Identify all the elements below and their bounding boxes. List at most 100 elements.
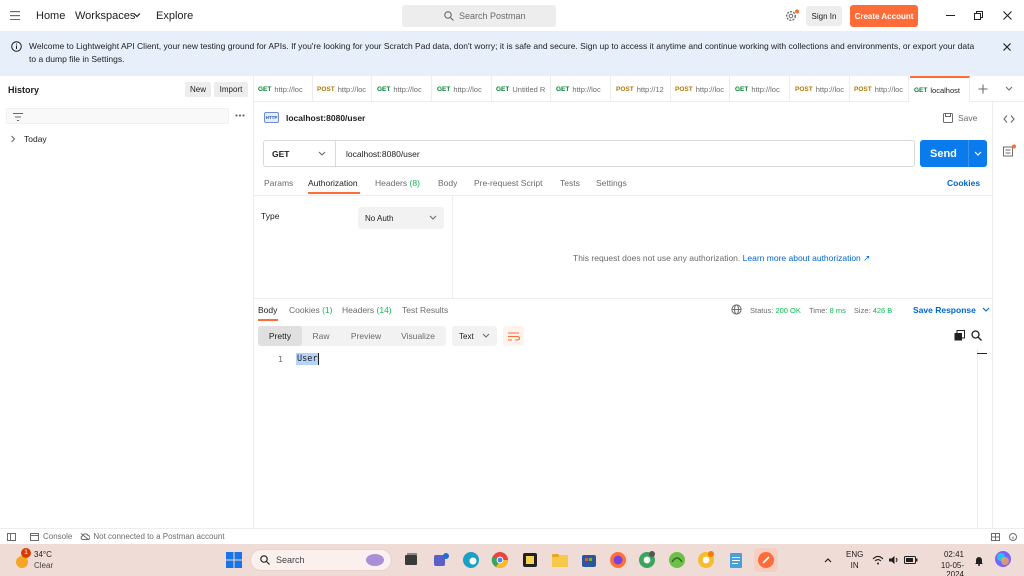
code-icon[interactable] <box>1003 114 1015 124</box>
console-label[interactable]: Console <box>43 532 72 541</box>
resp-tab-test-results[interactable]: Test Results <box>402 305 448 315</box>
windows-start-icon[interactable] <box>225 551 243 569</box>
close-icon[interactable] <box>1003 11 1012 20</box>
copilot-icon[interactable] <box>994 550 1012 568</box>
tab-headers[interactable]: Headers (8) <box>375 178 420 188</box>
request-tab[interactable]: GET http://loc <box>731 76 790 102</box>
add-tab-icon[interactable] <box>978 84 988 94</box>
notification-bell-icon[interactable] <box>974 555 984 566</box>
tab-tests[interactable]: Tests <box>560 178 580 188</box>
size-value[interactable]: 426 B <box>873 306 893 315</box>
nav-home[interactable]: Home <box>36 10 65 22</box>
restore-icon[interactable] <box>974 11 983 20</box>
firefox-icon[interactable] <box>609 551 627 569</box>
send-button[interactable]: Send <box>920 140 987 167</box>
chevron-up-icon[interactable] <box>824 557 832 563</box>
chrome-icon[interactable] <box>491 551 509 569</box>
scrollbar[interactable] <box>977 349 978 528</box>
scrollbar-thumb[interactable] <box>977 353 987 354</box>
request-tab[interactable]: POST http://12 <box>612 76 671 102</box>
history-group-today[interactable]: Today <box>10 134 47 144</box>
tabs-dropdown-icon[interactable] <box>1005 86 1013 92</box>
tab-settings[interactable]: Settings <box>596 178 627 188</box>
sign-in-button[interactable]: Sign In <box>806 6 842 26</box>
save-button[interactable]: Save <box>943 113 977 123</box>
request-tab[interactable]: GET http://loc <box>254 76 313 102</box>
app-icon-green[interactable] <box>668 551 686 569</box>
resp-tab-cookies[interactable]: Cookies (1) <box>289 305 332 315</box>
import-button[interactable]: Import <box>214 82 248 97</box>
request-tab[interactable]: GET localhost <box>910 76 970 102</box>
clock[interactable]: 02:41 10-05-2024 <box>926 550 964 576</box>
edge-icon[interactable] <box>462 551 480 569</box>
search-input[interactable]: Search Postman <box>402 5 556 27</box>
format-raw[interactable]: Raw <box>302 326 340 346</box>
auth-type-select[interactable]: No Auth <box>358 207 444 229</box>
request-tab[interactable]: GET Untitled R <box>492 76 551 102</box>
format-visualize[interactable]: Visualize <box>392 326 444 346</box>
teams-icon[interactable] <box>432 551 450 569</box>
file-explorer-icon[interactable] <box>551 551 569 569</box>
sidebar-toggle-icon[interactable] <box>7 532 16 541</box>
weather-widget[interactable]: 1 34°C Clear <box>12 548 72 572</box>
nav-workspaces[interactable]: Workspaces <box>75 10 135 22</box>
create-account-button[interactable]: Create Account <box>850 5 918 27</box>
taskbar-search[interactable]: Search <box>250 549 392 571</box>
new-button[interactable]: New <box>185 82 211 97</box>
tab-body[interactable]: Body <box>438 178 457 188</box>
task-view-icon[interactable] <box>402 551 420 569</box>
request-tab[interactable]: POST http://loc <box>791 76 850 102</box>
request-tab[interactable]: GET http://loc <box>552 76 611 102</box>
search-icon <box>260 555 270 565</box>
volume-icon[interactable] <box>888 555 900 565</box>
postman-taskbar-icon[interactable] <box>754 548 778 572</box>
more-options-icon[interactable] <box>235 114 245 117</box>
copy-icon[interactable] <box>954 330 965 341</box>
chevron-down-icon[interactable] <box>974 151 982 157</box>
chrome-profile-icon[interactable] <box>638 551 656 569</box>
learn-more-link[interactable]: Learn more about authorization ↗ <box>743 253 871 263</box>
settings-icon[interactable] <box>785 9 799 23</box>
request-tab[interactable]: POST http://loc <box>313 76 372 102</box>
wrap-lines-icon[interactable] <box>503 326 524 346</box>
request-tab[interactable]: GET http://loc <box>373 76 432 102</box>
request-tab[interactable]: POST http://loc <box>850 76 909 102</box>
status-value[interactable]: 200 OK <box>775 306 800 315</box>
sticky-notes-icon[interactable] <box>521 551 539 569</box>
format-pretty[interactable]: Pretty <box>258 326 302 346</box>
search-icon[interactable] <box>971 330 982 341</box>
layout-icon[interactable] <box>991 533 1000 541</box>
globe-icon[interactable] <box>731 304 742 315</box>
battery-icon[interactable] <box>904 556 918 564</box>
method-select[interactable]: GET <box>264 141 336 166</box>
request-tab[interactable]: POST http://loc <box>671 76 730 102</box>
resp-tab-headers[interactable]: Headers (14) <box>342 305 392 315</box>
format-preview[interactable]: Preview <box>340 326 392 346</box>
request-title[interactable]: localhost:8080/user <box>286 113 365 123</box>
request-tab[interactable]: GET http://loc <box>433 76 492 102</box>
notepad-icon[interactable] <box>727 551 745 569</box>
history-filter-input[interactable] <box>6 108 229 124</box>
menu-icon[interactable] <box>10 11 20 20</box>
response-body-text[interactable]: User <box>296 353 320 365</box>
store-icon[interactable] <box>580 551 598 569</box>
chevron-down-icon[interactable] <box>133 11 141 19</box>
tab-authorization[interactable]: Authorization <box>308 178 358 188</box>
nav-explore[interactable]: Explore <box>156 10 193 22</box>
url-input[interactable]: localhost:8080/user <box>346 149 420 159</box>
tab-prerequest[interactable]: Pre-request Script <box>474 178 543 188</box>
save-response-button[interactable]: Save Response <box>913 305 990 315</box>
cookies-link[interactable]: Cookies <box>947 178 980 188</box>
banner-close-icon[interactable] <box>1003 43 1011 51</box>
minimize-icon[interactable] <box>946 15 955 17</box>
wifi-icon[interactable] <box>872 555 884 565</box>
response-type-select[interactable]: Text <box>452 326 497 346</box>
resp-tab-body[interactable]: Body <box>258 305 277 315</box>
time-value[interactable]: 8 ms <box>830 306 846 315</box>
chrome-profile-icon-2[interactable] <box>697 551 715 569</box>
console-icon[interactable] <box>30 532 39 541</box>
help-icon[interactable] <box>1009 533 1017 541</box>
language-indicator[interactable]: ENG IN <box>846 550 863 570</box>
tab-params[interactable]: Params <box>264 178 293 188</box>
info-panel-icon[interactable] <box>1003 144 1017 158</box>
